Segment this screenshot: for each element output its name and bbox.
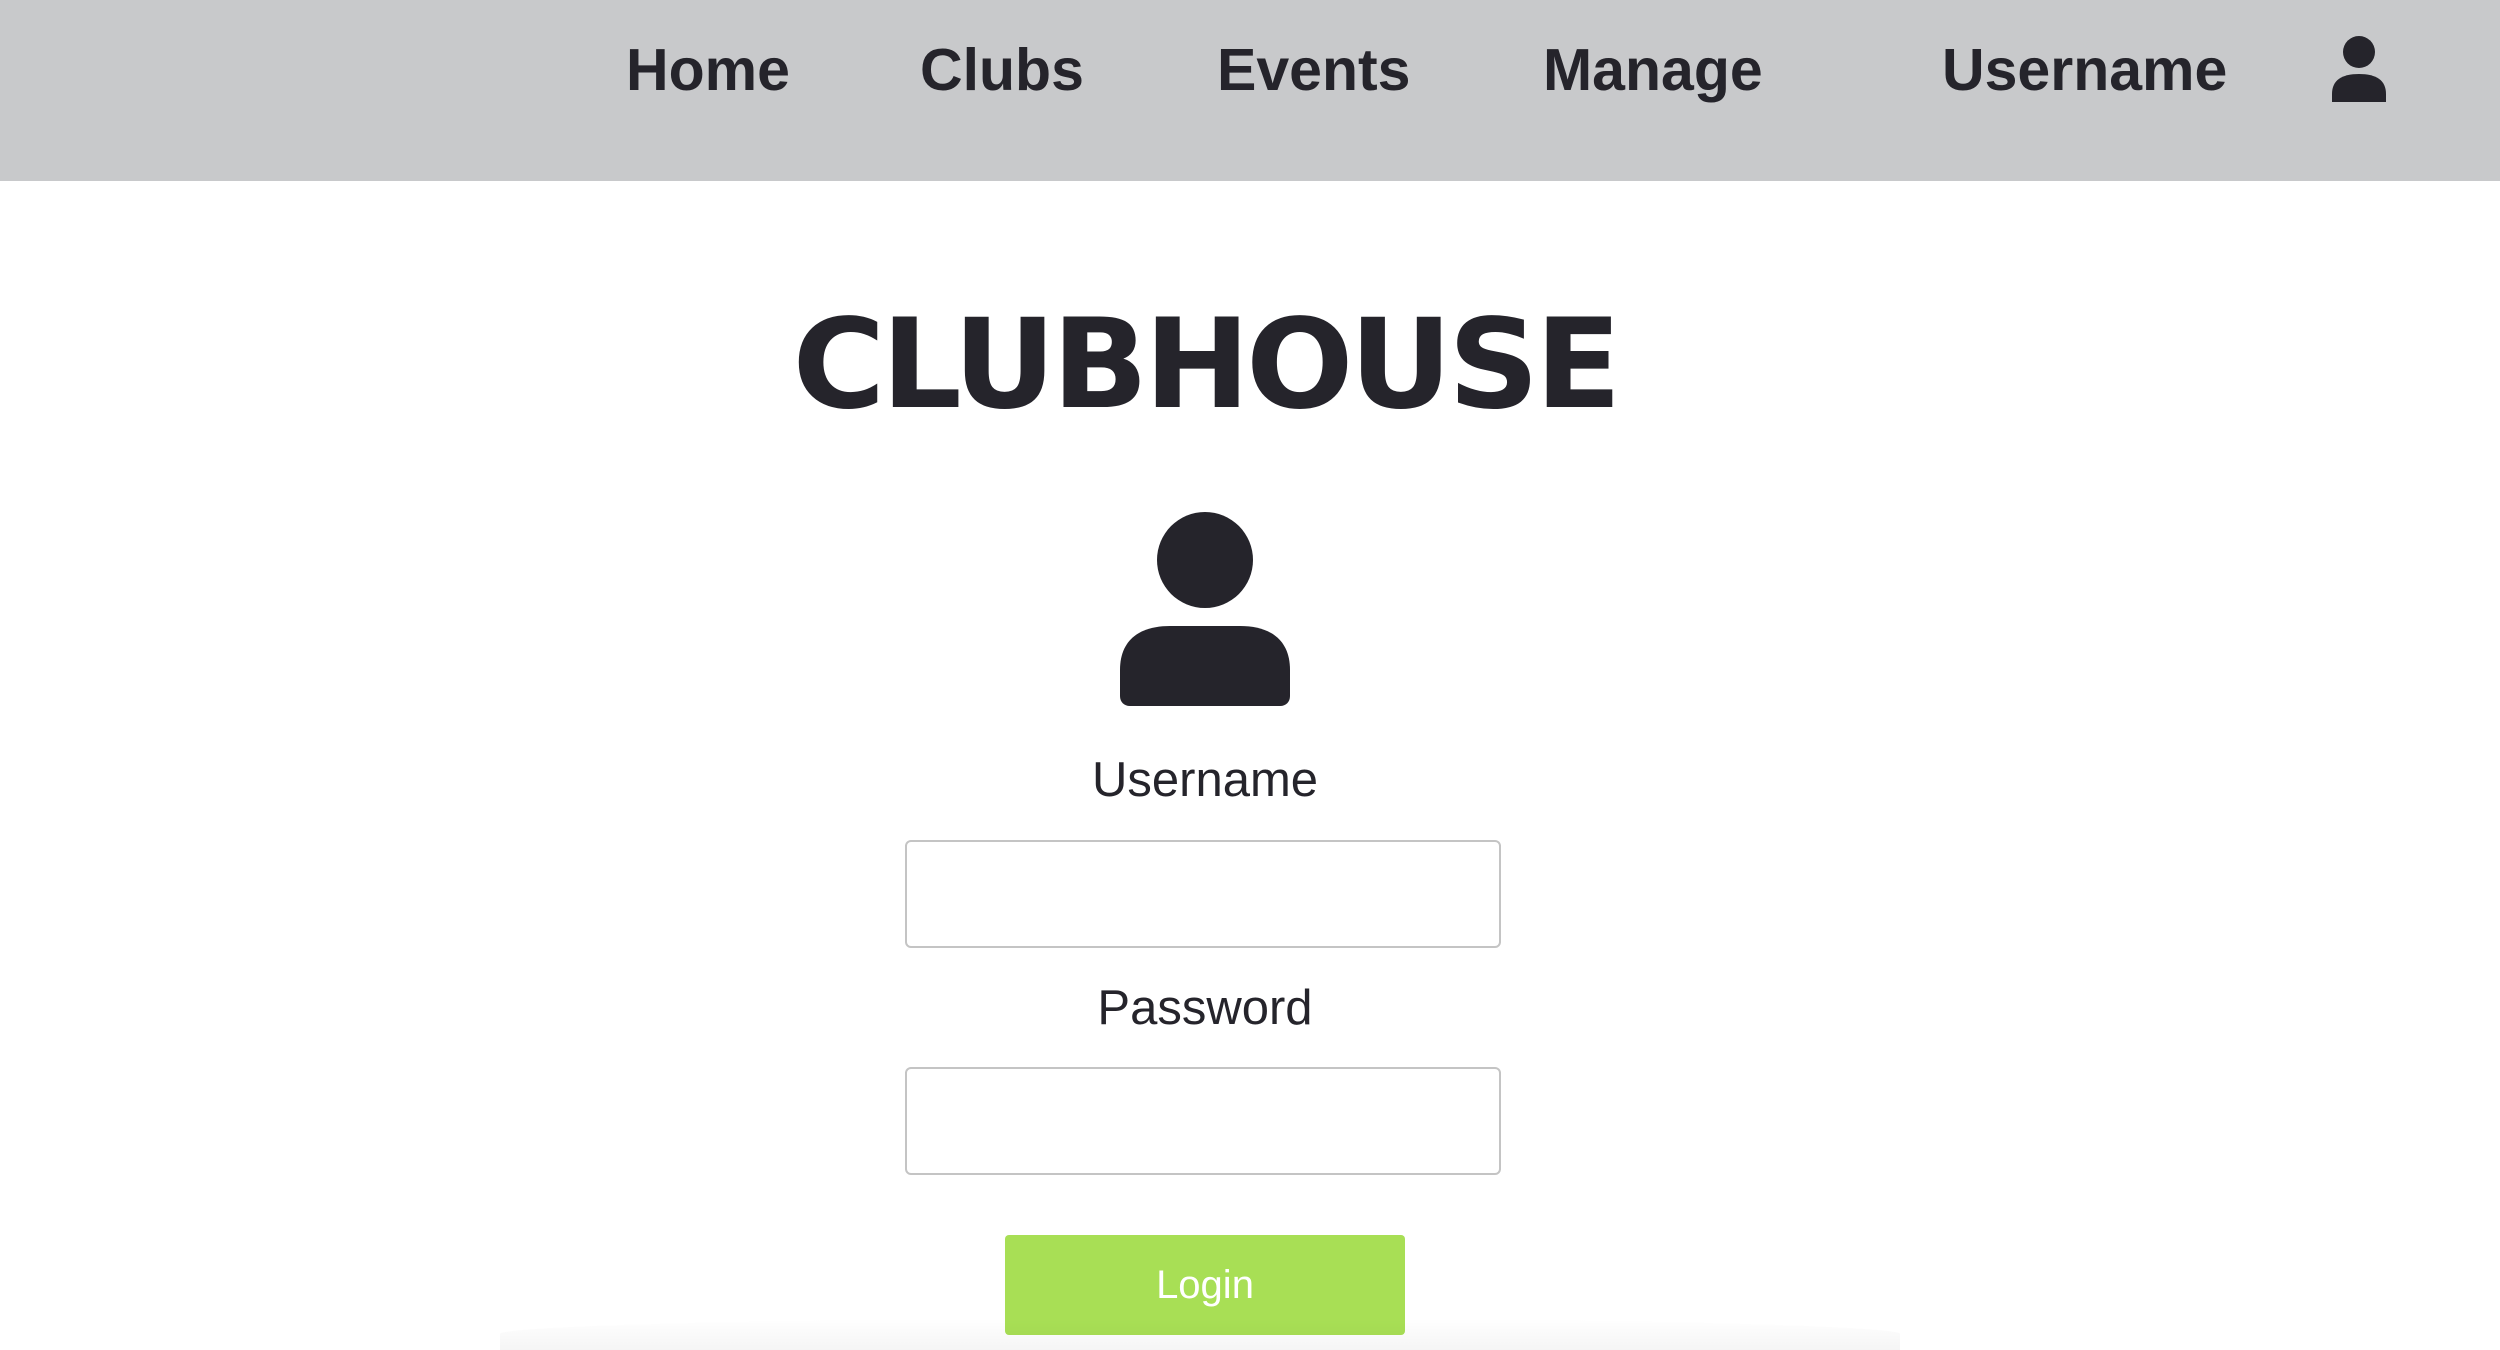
top-navigation-bar: Home Clubs Events Manage Username xyxy=(0,0,2500,181)
user-icon-graphic xyxy=(2332,36,2386,102)
password-label: Password xyxy=(1097,981,1313,1035)
username-label: Username xyxy=(1091,753,1319,807)
nav-link-manage[interactable]: Manage xyxy=(1543,0,1763,140)
user-icon[interactable] xyxy=(2328,36,2390,102)
brand-title: CLUBHOUSE xyxy=(792,293,1622,437)
nav-link-events[interactable]: Events xyxy=(1217,0,1410,140)
nav-link-clubs[interactable]: Clubs xyxy=(920,0,1084,140)
password-input[interactable] xyxy=(905,1067,1501,1175)
user-avatar-icon-graphic xyxy=(1120,512,1290,706)
bottom-shadow-decoration xyxy=(500,1318,1900,1350)
nav-username[interactable]: Username xyxy=(1942,0,2227,140)
nav-link-home[interactable]: Home xyxy=(626,0,790,140)
user-avatar-icon xyxy=(1120,510,1290,706)
username-input[interactable] xyxy=(905,840,1501,948)
